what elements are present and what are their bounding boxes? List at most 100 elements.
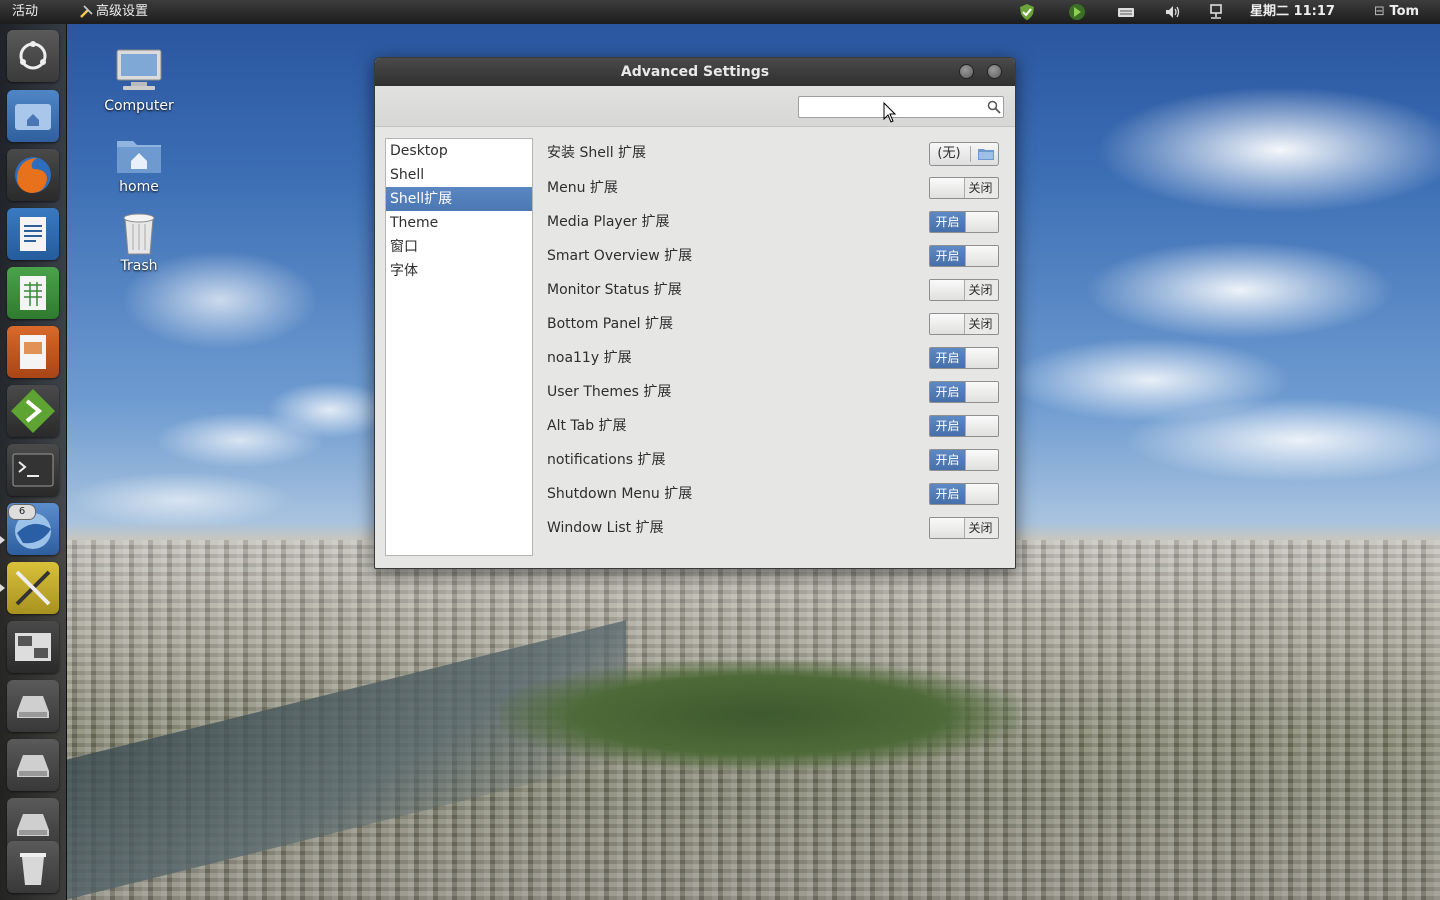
search-icon[interactable]: [987, 100, 1001, 114]
firefox-icon: [15, 157, 51, 193]
launcher-drive-1[interactable]: [7, 680, 59, 732]
launcher-trash[interactable]: [7, 841, 59, 893]
launcher-gedit[interactable]: [7, 385, 59, 437]
extension-row: Media Player 扩展 开启关闭: [547, 207, 1002, 241]
toggle-knob[interactable]: [965, 348, 998, 368]
launcher-dash[interactable]: [7, 30, 59, 82]
app-menu-label: 高级设置: [96, 4, 149, 19]
extension-label: Alt Tab 扩展: [547, 418, 627, 434]
window-titlebar[interactable]: Advanced Settings: [375, 58, 1015, 86]
user-menu[interactable]: ⊟ Tom: [1374, 0, 1419, 24]
extension-label: Window List 扩展: [547, 520, 664, 536]
desktop-icon-trash[interactable]: Trash: [91, 210, 187, 274]
extension-row: Bottom Panel 扩展 开启关闭: [547, 309, 1002, 343]
workspaces-icon: [15, 633, 51, 661]
minimize-button[interactable]: [959, 64, 974, 79]
desktop-icon-label: Computer: [104, 98, 174, 114]
home-folder-icon: [117, 141, 161, 173]
network-icon[interactable]: [1207, 3, 1225, 21]
advanced-settings-window: Advanced Settings Desktop Shell Shell扩展 …: [374, 57, 1016, 569]
launcher-drive-2[interactable]: [7, 739, 59, 791]
keyboard-icon[interactable]: [1117, 3, 1135, 21]
toggle-knob[interactable]: [930, 280, 965, 300]
divider: [970, 146, 971, 162]
extension-toggle-switch[interactable]: 开启关闭: [929, 211, 999, 233]
top-panel: 活动 高级设置 星期二 11:17 ⊟ Tom: [0, 0, 1440, 24]
category-item-fonts[interactable]: 字体: [386, 259, 532, 283]
activities-button[interactable]: 活动: [12, 0, 38, 24]
extension-label: User Themes 扩展: [547, 384, 672, 400]
clock[interactable]: 星期二 11:17: [1250, 0, 1335, 24]
launcher-workspace-switcher[interactable]: [7, 621, 59, 673]
launcher-home-folder[interactable]: [7, 90, 59, 142]
install-extension-label: 安装 Shell 扩展: [547, 145, 647, 161]
extension-toggle-switch[interactable]: 开启关闭: [929, 517, 999, 539]
toggle-knob[interactable]: [965, 212, 998, 232]
toggle-off-label: 关闭: [963, 518, 998, 538]
folder-icon: [15, 104, 51, 130]
shield-icon[interactable]: [1018, 3, 1036, 21]
extension-toggle-switch[interactable]: 开启关闭: [929, 347, 999, 369]
drive-icon: [17, 696, 49, 718]
toggle-off-label: 关闭: [963, 178, 998, 198]
extension-toggle-switch[interactable]: 开启关闭: [929, 381, 999, 403]
search-box[interactable]: [798, 96, 1004, 118]
mouse-cursor-icon: [883, 102, 897, 123]
extension-label: Media Player 扩展: [547, 214, 670, 230]
launcher-tweak-tool[interactable]: [7, 562, 59, 614]
launcher-impress[interactable]: [7, 326, 59, 378]
extension-label: Shutdown Menu 扩展: [547, 486, 693, 502]
tools-icon: [15, 570, 51, 606]
launcher-terminal[interactable]: [7, 444, 59, 496]
category-list: Desktop Shell Shell扩展 Theme 窗口 字体: [385, 138, 533, 556]
extension-label: notifications 扩展: [547, 452, 666, 468]
extension-row: notifications 扩展 开启关闭: [547, 445, 1002, 479]
file-chooser-value: (无): [937, 146, 961, 161]
extension-toggle-switch[interactable]: 开启关闭: [929, 313, 999, 335]
category-item-theme[interactable]: Theme: [386, 211, 532, 235]
category-item-windows[interactable]: 窗口: [386, 235, 532, 259]
extension-toggle-switch[interactable]: 开启关闭: [929, 449, 999, 471]
toggle-on-label: 开启: [930, 382, 965, 402]
desktop-icon-label: Trash: [120, 258, 158, 274]
extension-toggle-switch[interactable]: 开启关闭: [929, 177, 999, 199]
toggle-knob[interactable]: [965, 416, 998, 436]
toggle-knob[interactable]: [965, 382, 998, 402]
toggle-knob[interactable]: [930, 518, 965, 538]
toggle-knob[interactable]: [965, 246, 998, 266]
extension-toggle-switch[interactable]: 开启关闭: [929, 415, 999, 437]
update-icon[interactable]: [1068, 3, 1086, 21]
launcher-writer[interactable]: [7, 208, 59, 260]
running-indicator: [0, 536, 5, 544]
trash-icon: [20, 853, 46, 885]
app-menu[interactable]: 高级设置: [80, 0, 148, 24]
desktop-icon-computer[interactable]: Computer: [91, 46, 187, 114]
toggle-knob[interactable]: [965, 484, 998, 504]
extension-toggle-switch[interactable]: 开启关闭: [929, 279, 999, 301]
user-name: Tom: [1389, 4, 1420, 19]
category-item-shell-extensions[interactable]: Shell扩展: [386, 187, 532, 211]
category-item-desktop[interactable]: Desktop: [386, 139, 532, 163]
computer-icon: [116, 49, 162, 90]
launcher-calc[interactable]: [7, 267, 59, 319]
extension-label: Menu 扩展: [547, 180, 618, 196]
extension-toggle-switch[interactable]: 开启关闭: [929, 245, 999, 267]
toggle-knob[interactable]: [965, 450, 998, 470]
running-indicator: [0, 584, 5, 592]
folder-icon: [978, 149, 994, 160]
volume-icon[interactable]: [1164, 3, 1182, 21]
install-extension-row: 安装 Shell 扩展 (无): [547, 138, 1002, 172]
desktop-icon-home[interactable]: home: [91, 133, 187, 195]
category-item-shell[interactable]: Shell: [386, 163, 532, 187]
toggle-knob[interactable]: [930, 178, 965, 198]
extension-toggle-switch[interactable]: 开启关闭: [929, 483, 999, 505]
extension-row: Shutdown Menu 扩展 开启关闭: [547, 479, 1002, 513]
tweak-tool-icon: [80, 5, 93, 18]
extension-label: noa11y 扩展: [547, 350, 632, 366]
extension-file-chooser[interactable]: (无): [929, 142, 999, 166]
toggle-knob[interactable]: [930, 314, 965, 334]
launcher-firefox[interactable]: [7, 149, 59, 201]
extension-row: noa11y 扩展 开启关闭: [547, 343, 1002, 377]
close-button[interactable]: [987, 64, 1002, 79]
extension-label: Smart Overview 扩展: [547, 248, 693, 264]
